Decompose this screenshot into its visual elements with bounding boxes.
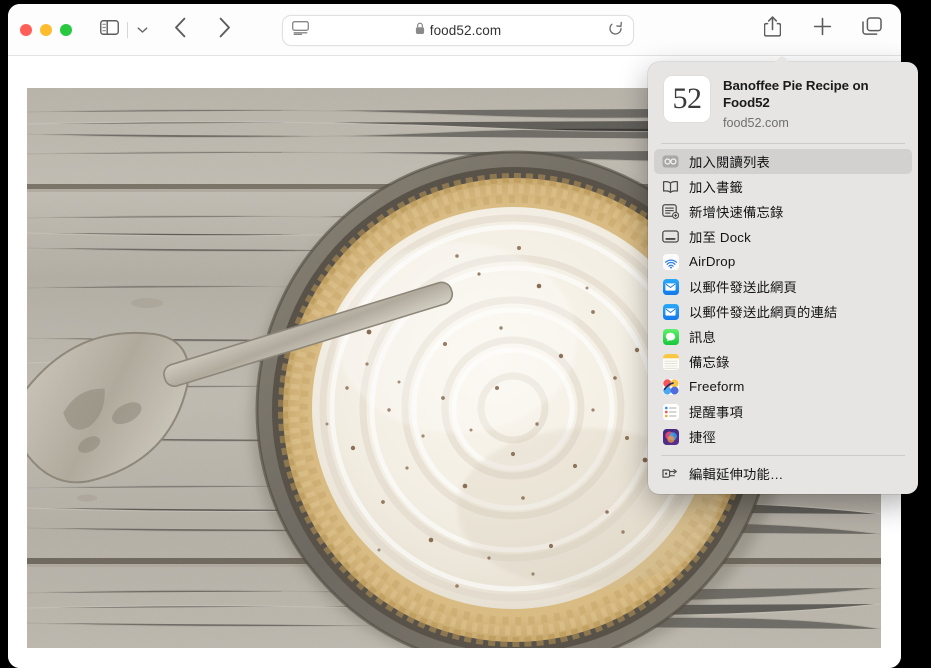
menu-item-mail-link-to-this-page[interactable]: 以郵件發送此網頁的連結 — [654, 299, 912, 324]
share-menu-items: 加入閱讀列表 加入書籤 新增快速備忘錄 加至 Dock AirDrop 以郵件發… — [648, 149, 918, 449]
reader-view-icon — [292, 21, 309, 40]
tab-overview-button[interactable] — [857, 15, 887, 43]
quick-note-icon — [662, 203, 679, 220]
menu-item-label: 提醒事項 — [689, 405, 743, 421]
shortcuts-icon — [662, 428, 679, 445]
menu-item-label: 新增快速備忘錄 — [689, 205, 784, 221]
share-menu-site-meta: Banoffee Pie Recipe on Food52 food52.com — [723, 76, 904, 130]
address-bar[interactable]: food52.com — [282, 15, 634, 46]
new-tab-button[interactable] — [807, 15, 837, 43]
share-button[interactable] — [757, 15, 787, 43]
share-menu-popover: 52 Banoffee Pie Recipe on Food52 food52.… — [648, 62, 918, 495]
menu-item-label: 加至 Dock — [689, 230, 751, 246]
menu-item-label: 加入閱讀列表 — [689, 155, 770, 171]
sidebar-controls — [94, 16, 153, 44]
sidebar-icon — [99, 19, 119, 40]
mail-icon — [662, 278, 679, 295]
lock-icon — [415, 22, 425, 40]
address-bar-url: food52.com — [429, 23, 502, 38]
menu-item-shortcuts[interactable]: 捷徑 — [654, 424, 912, 449]
share-menu-header: 52 Banoffee Pie Recipe on Food52 food52.… — [648, 71, 918, 142]
menu-divider-top — [661, 143, 905, 145]
address-bar-container: food52.com — [282, 15, 634, 46]
reader-view-button[interactable] — [292, 21, 309, 40]
chevron-left-icon — [174, 17, 187, 43]
share-menu-title: Banoffee Pie Recipe on Food52 — [723, 78, 869, 111]
reload-icon — [608, 21, 623, 41]
browser-toolbar: food52.com — [8, 4, 901, 56]
reading-list-glasses-icon — [662, 153, 679, 170]
menu-item-label: Freeform — [689, 379, 745, 395]
menu-item-edit-extensions[interactable]: 編輯延伸功能… — [654, 461, 912, 486]
menu-item-label: AirDrop — [689, 254, 736, 270]
favicon-text: 52 — [672, 82, 703, 115]
menu-item-freeform[interactable]: Freeform — [654, 374, 912, 399]
bookmark-book-icon — [662, 178, 679, 195]
toolbar-separator — [127, 21, 128, 38]
toolbar-right-actions — [757, 15, 887, 43]
mail-icon — [662, 303, 679, 320]
chevron-down-icon — [137, 21, 148, 39]
share-icon — [763, 16, 781, 42]
close-button[interactable] — [20, 23, 32, 36]
popover-arrow — [773, 54, 791, 63]
forward-button[interactable] — [209, 16, 239, 44]
reload-button[interactable] — [608, 21, 623, 41]
menu-item-airdrop[interactable]: AirDrop — [654, 249, 912, 274]
menu-item-messages[interactable]: 訊息 — [654, 324, 912, 349]
airdrop-icon — [662, 253, 679, 270]
messages-icon — [662, 328, 679, 345]
menu-item-new-quick-note[interactable]: 新增快速備忘錄 — [654, 199, 912, 224]
sidebar-menu-button[interactable] — [131, 16, 153, 44]
sidebar-toggle-button[interactable] — [94, 16, 124, 44]
reminders-icon — [662, 403, 679, 420]
navigation-buttons — [165, 16, 239, 44]
address-bar-content: food52.com — [283, 22, 633, 40]
menu-item-label: 捷徑 — [689, 430, 716, 446]
share-menu-domain: food52.com — [723, 116, 789, 131]
menu-item-label: 訊息 — [689, 330, 716, 346]
menu-item-label: 以郵件發送此網頁的連結 — [689, 305, 838, 321]
back-button[interactable] — [165, 16, 195, 44]
menu-item-add-to-reading-list[interactable]: 加入閱讀列表 — [654, 149, 912, 175]
tab-overview-icon — [862, 17, 882, 41]
menu-item-label: 以郵件發送此網頁 — [689, 280, 797, 296]
add-to-dock-icon — [662, 228, 679, 245]
menu-item-label: 備忘錄 — [689, 355, 730, 371]
extensions-icon — [662, 465, 679, 482]
menu-divider-bottom — [661, 455, 905, 457]
menu-item-label: 編輯延伸功能… — [689, 467, 784, 483]
menu-item-mail-this-page[interactable]: 以郵件發送此網頁 — [654, 274, 912, 299]
menu-item-add-bookmark[interactable]: 加入書籤 — [654, 174, 912, 199]
screen: food52.com 52 Banoffee Pie Recipe on Foo… — [0, 0, 931, 668]
chevron-right-icon — [218, 17, 231, 43]
window-controls — [20, 23, 72, 36]
notes-icon — [662, 353, 679, 370]
menu-item-notes[interactable]: 備忘錄 — [654, 349, 912, 374]
zoom-button[interactable] — [60, 23, 72, 36]
minimize-button[interactable] — [40, 23, 52, 36]
site-favicon: 52 — [664, 76, 710, 122]
menu-item-reminders[interactable]: 提醒事項 — [654, 399, 912, 424]
menu-item-label: 加入書籤 — [689, 180, 743, 196]
share-menu-footer: 編輯延伸功能… — [648, 461, 918, 486]
freeform-icon — [662, 378, 679, 395]
plus-icon — [813, 17, 832, 41]
menu-item-add-to-dock[interactable]: 加至 Dock — [654, 224, 912, 249]
